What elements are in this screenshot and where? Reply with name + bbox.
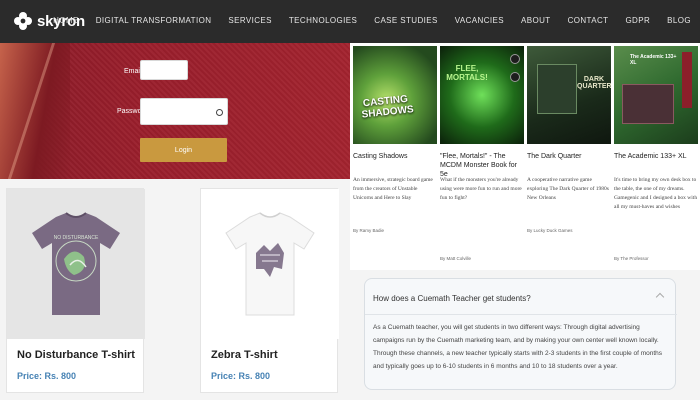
game-banner [682,52,692,108]
nav-item-services[interactable]: SERVICES [228,16,272,25]
top-navbar: skyron HOME DIGITAL TRANSFORMATION SERVI… [0,0,700,43]
show-password-icon[interactable] [216,109,223,116]
game-art-title: The Academic 133+ XL [630,54,677,66]
product-card[interactable]: Zebra T-shirt Price: Rs. 800 [200,188,339,393]
game-image-flee-mortals: FLEE, MORTALS! [440,46,524,144]
nav-item-blog[interactable]: BLOG [667,16,691,25]
nav-item-digital-transformation[interactable]: DIGITAL TRANSFORMATION [96,16,212,25]
game-title[interactable]: The Academic 133+ XL [614,152,698,174]
product-price: Price: Rs. 800 [211,371,271,381]
nav-item-vacancies[interactable]: VACANCIES [455,16,504,25]
game-description: What if the monsters you're already usin… [440,177,522,201]
game-card[interactable]: FLEE, MORTALS! "Flee, Mortals!" - The MC… [440,46,524,261]
game-art-title: CASTING SHADOWS [361,93,415,121]
nav-item-about[interactable]: ABOUT [521,16,551,25]
game-box-art [537,64,577,114]
login-hero: Email Password Login [0,43,350,179]
product-image-zebra [201,189,339,339]
games-grid: CASTING SHADOWS Casting Shadows An immer… [350,43,700,270]
product-name: No Disturbance T-shirt [17,349,135,361]
nav-item-contact[interactable]: CONTACT [568,16,609,25]
game-card[interactable]: CASTING SHADOWS Casting Shadows An immer… [353,46,437,233]
tshirt-purple-icon: NO DISTURBANCE [32,212,120,315]
desk-box-art [622,84,674,124]
game-author: By Lucky Duck Games [527,228,573,233]
game-author: By The Professor [614,256,649,261]
nav-item-gdpr[interactable]: GDPR [625,16,650,25]
chevron-up-icon[interactable] [655,292,665,302]
game-image-casting-shadows: CASTING SHADOWS [353,46,437,144]
game-author: By Matt Colville [440,256,472,261]
game-image-dark-quarter: DARK QUARTER [527,46,611,144]
login-button[interactable]: Login [140,138,227,162]
game-card[interactable]: The Academic 133+ XL The Academic 133+ X… [614,46,698,261]
game-title[interactable]: Casting Shadows [353,152,437,174]
product-name: Zebra T-shirt [211,349,278,361]
product-price: Price: Rs. 800 [17,371,77,381]
logo-flower-icon [14,12,32,30]
game-description: A cooperative narrative game exploring T… [527,177,609,201]
nav-item-home[interactable]: HOME [53,16,79,25]
nav-item-technologies[interactable]: TECHNOLOGIES [289,16,357,25]
game-title[interactable]: The Dark Quarter [527,152,611,174]
email-label: Email [124,68,142,75]
nav-item-case-studies[interactable]: CASE STUDIES [374,16,437,25]
main-menu: HOME DIGITAL TRANSFORMATION SERVICES TEC… [36,16,691,25]
tshirt-white-icon [225,212,315,316]
password-field[interactable] [140,98,228,125]
email-field[interactable] [140,60,188,80]
game-author: By Ramy Badie [353,228,385,233]
product-card[interactable]: NO DISTURBANCE No Disturbance T-shirt Pr… [6,188,145,393]
faq-accordion: How does a Cuemath Teacher get students?… [364,278,677,390]
faq-answer: As a Cuemath teacher, you will get stude… [373,324,663,370]
faq-question[interactable]: How does a Cuemath Teacher get students? [373,294,531,303]
product-image-no-disturbance: NO DISTURBANCE [7,189,145,339]
faq-question-header[interactable]: How does a Cuemath Teacher get students? [365,279,677,315]
game-image-academic: The Academic 133+ XL [614,46,698,144]
hero-building-photo [0,43,70,179]
play-icon[interactable] [510,54,520,64]
game-description: An immersive, strategic board game from … [353,177,433,201]
share-icon[interactable] [510,72,520,82]
game-art-title: FLEE, MORTALS! [446,64,488,82]
game-art-title: DARK QUARTER [577,76,611,90]
game-card[interactable]: DARK QUARTER The Dark Quarter A cooperat… [527,46,611,233]
game-title[interactable]: "Flee, Mortals!" - The MCDM Monster Book… [440,152,524,178]
tshirt-print-text: NO DISTURBANCE [54,235,99,241]
game-description: It's time to bring my own desk box to th… [614,177,698,210]
